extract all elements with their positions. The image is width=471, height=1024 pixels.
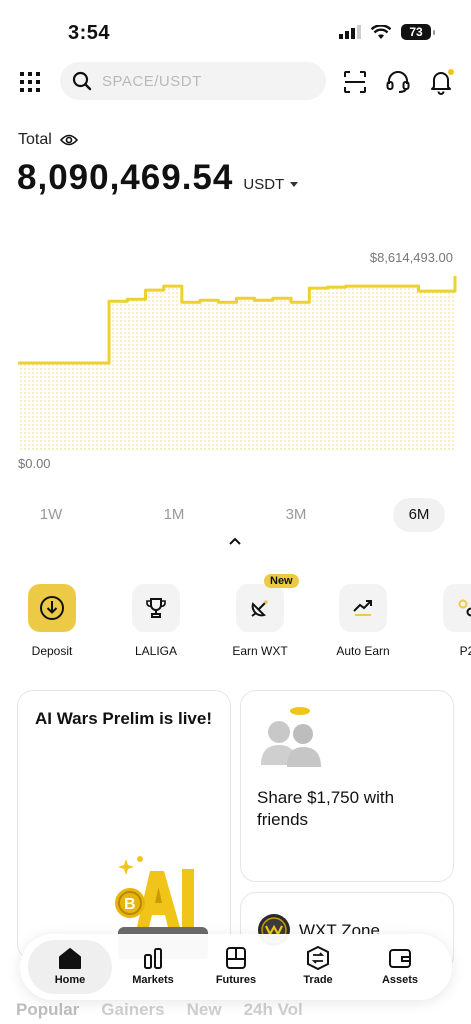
download-icon: [40, 596, 64, 620]
quick-action-deposit[interactable]: Deposit: [2, 584, 102, 658]
total-balance: 8,090,469.54 USDT: [17, 158, 299, 198]
status-icons: 73: [339, 24, 435, 40]
balance-chart[interactable]: [0, 240, 471, 480]
range-tabs: 1W 1M 3M 6M: [0, 498, 471, 534]
search-bar[interactable]: [60, 62, 326, 100]
markets-icon: [144, 948, 162, 969]
home-icon: [59, 948, 81, 969]
currency-selector[interactable]: USDT: [243, 176, 299, 193]
quick-actions: Deposit LALIGA New Earn WXT Auto Earn P: [0, 574, 471, 664]
nav-futures[interactable]: Futures: [194, 940, 278, 994]
quick-action-label: Auto Earn: [336, 644, 390, 658]
quick-action-label: Deposit: [31, 644, 73, 658]
total-label-row: Total: [18, 131, 78, 149]
nav-label: Markets: [132, 974, 174, 986]
quick-action-label: LALIGA: [134, 644, 178, 658]
share-title: Share $1,750 with friends: [257, 788, 395, 829]
quick-action-auto-earn[interactable]: Auto Earn: [313, 584, 413, 658]
search-input[interactable]: [102, 72, 302, 90]
nav-label: Home: [54, 974, 86, 986]
bottom-navigation: Home Markets Futures Trade Assets: [20, 934, 452, 1000]
market-tab-new[interactable]: New: [187, 1000, 222, 1020]
wifi-icon: [371, 24, 391, 39]
trend-icon: [353, 600, 372, 616]
total-amount: 8,090,469.54: [17, 158, 234, 197]
menu-grid-icon[interactable]: [20, 72, 40, 92]
trade-icon: [307, 946, 329, 970]
scan-icon[interactable]: [342, 69, 368, 95]
support-headset-icon[interactable]: [385, 69, 411, 95]
caret-down-icon: [290, 181, 299, 187]
range-tab-3m[interactable]: 3M: [270, 498, 322, 532]
market-tab-popular[interactable]: Popular: [16, 1000, 79, 1020]
quick-action-label: Earn WXT: [232, 644, 288, 658]
nav-label: Futures: [215, 974, 257, 986]
futures-icon: [226, 947, 246, 969]
chart-max-label: $8,614,493.00: [369, 250, 453, 265]
market-tab-gainers[interactable]: Gainers: [101, 1000, 164, 1020]
nav-markets[interactable]: Markets: [111, 940, 195, 994]
top-header: [0, 62, 471, 102]
market-tab-24h-vol[interactable]: 24h Vol: [244, 1000, 303, 1020]
quick-action-earn-wxt[interactable]: New Earn WXT: [210, 574, 310, 658]
people-icon: [261, 707, 321, 767]
share-card[interactable]: Share $1,750 with friends: [240, 690, 454, 882]
search-icon: [72, 71, 92, 91]
new-badge: New: [264, 574, 299, 588]
range-tab-6m[interactable]: 6M: [393, 498, 445, 532]
chart-min-label: $0.00: [18, 456, 51, 471]
status-time: 3:54: [68, 22, 111, 44]
nav-trade[interactable]: Trade: [276, 940, 360, 994]
nav-label: Trade: [303, 974, 333, 986]
quick-action-laliga[interactable]: LALIGA: [106, 584, 206, 658]
p2p-icon: [458, 599, 471, 617]
battery-indicator: 73: [401, 24, 435, 40]
signal-icon: [339, 25, 361, 39]
notification-dot: [448, 69, 454, 75]
ai-wars-card[interactable]: AI Wars Prelim is live! B: [17, 690, 231, 960]
status-bar: 3:54 73: [0, 0, 471, 62]
ai-wars-title: AI Wars Prelim is live!: [35, 709, 212, 728]
notifications-button[interactable]: [428, 69, 454, 95]
svg-text:B: B: [124, 896, 136, 913]
nav-label: Assets: [381, 974, 419, 986]
chevron-up-icon[interactable]: [227, 534, 243, 548]
nav-assets[interactable]: Assets: [358, 940, 442, 994]
total-label: Total: [18, 131, 52, 148]
currency-label: USDT: [243, 176, 285, 193]
quick-action-p2p[interactable]: P2: [417, 584, 471, 658]
trophy-icon: [146, 598, 166, 618]
quick-action-label: P2: [459, 644, 471, 658]
wallet-icon: [389, 949, 411, 968]
nav-home[interactable]: Home: [28, 940, 112, 994]
range-tab-1m[interactable]: 1M: [148, 498, 200, 532]
market-tabs: Popular Gainers New 24h Vol: [16, 1000, 303, 1020]
eye-icon[interactable]: [59, 133, 78, 147]
satellite-icon: [251, 600, 268, 617]
range-tab-1w[interactable]: 1W: [25, 498, 77, 532]
